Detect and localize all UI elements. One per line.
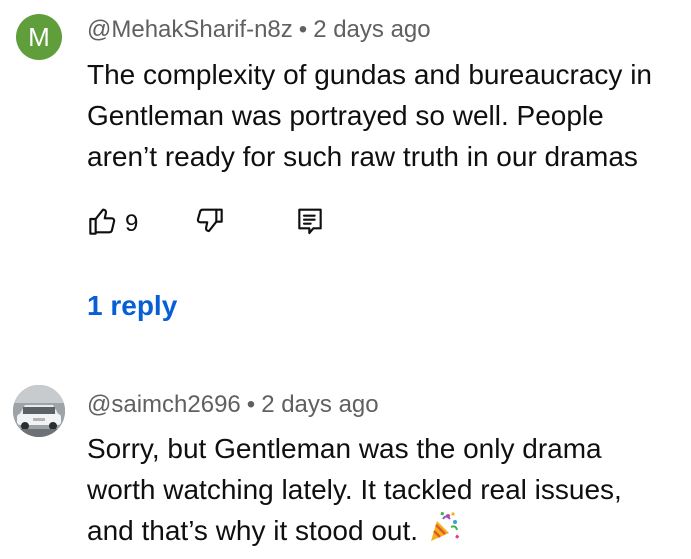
reply-comment-icon <box>294 205 326 242</box>
meta-separator: • <box>298 16 308 43</box>
comment-line: aren’t ready for such raw truth in our d… <box>87 141 638 172</box>
comment-line: Gentleman was portrayed so well. People <box>87 100 604 131</box>
avatar[interactable]: M <box>16 14 62 60</box>
dislike-button[interactable] <box>193 205 225 242</box>
comment-line-with-emoji: and that’s why it stood out. <box>87 510 622 555</box>
meta-separator: • <box>246 391 256 418</box>
like-count: 9 <box>125 209 139 237</box>
car-photo-avatar <box>13 385 65 437</box>
thumbs-up-icon <box>87 205 119 242</box>
comment-line: and that’s why it stood out. <box>87 515 419 546</box>
party-popper-icon <box>426 510 460 555</box>
comment-meta: @MehakSharif-n8z • 2 days ago <box>87 16 431 44</box>
avatar[interactable] <box>13 385 65 437</box>
like-button[interactable]: 9 <box>87 205 138 242</box>
comment-meta: @saimch2696 • 2 days ago <box>87 391 379 419</box>
author-name[interactable]: @MehakSharif-n8z <box>87 16 293 43</box>
comment-body: The complexity of gundas and bureaucracy… <box>87 54 652 177</box>
comment-line: The complexity of gundas and bureaucracy… <box>87 59 652 90</box>
avatar-letter: M <box>28 22 50 52</box>
view-replies-link[interactable]: 1 reply <box>87 290 177 322</box>
author-name[interactable]: @saimch2696 <box>87 391 241 418</box>
reply-button[interactable] <box>294 205 326 242</box>
comment-line: Sorry, but Gentleman was the only drama <box>87 433 602 464</box>
comment-timestamp[interactable]: 2 days ago <box>313 16 430 43</box>
comment-line: worth watching lately. It tackled real i… <box>87 474 622 505</box>
thumbs-down-icon <box>193 205 225 242</box>
comment-body: Sorry, but Gentleman was the only drama … <box>87 428 622 555</box>
comment-timestamp[interactable]: 2 days ago <box>261 391 378 418</box>
